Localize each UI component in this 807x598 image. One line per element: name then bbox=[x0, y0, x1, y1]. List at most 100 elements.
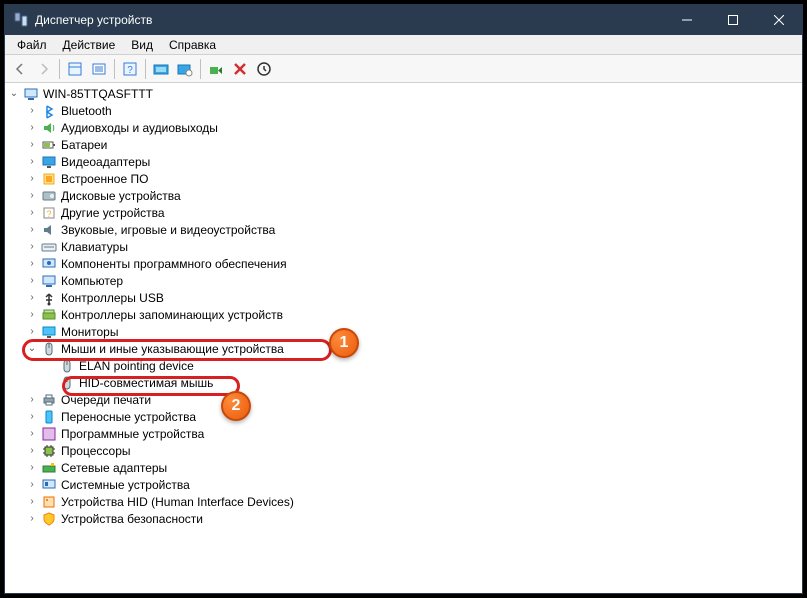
tree-item-cat-16[interactable]: ›Переносные устройства bbox=[5, 408, 802, 425]
tree-item-root[interactable]: ⌄ WIN-85TTQASFTTT bbox=[5, 85, 802, 102]
print-icon bbox=[41, 392, 57, 408]
toolbar-forward-button[interactable] bbox=[33, 58, 55, 80]
tree-item-cat-2[interactable]: › Батареи bbox=[5, 136, 802, 153]
tree-item-cat-8[interactable]: ›Клавиатуры bbox=[5, 238, 802, 255]
portable-icon bbox=[41, 409, 57, 425]
expander-icon[interactable]: › bbox=[25, 326, 39, 337]
close-button[interactable] bbox=[756, 5, 802, 35]
tree-item-cat-21[interactable]: ›Устройства HID (Human Interface Devices… bbox=[5, 493, 802, 510]
toolbar-uninstall-button[interactable] bbox=[229, 58, 251, 80]
tree-item-cat-6[interactable]: ›?Другие устройства bbox=[5, 204, 802, 221]
tree-item-label: Очереди печати bbox=[61, 393, 151, 407]
tree-item-cat-15[interactable]: › Очереди печати bbox=[5, 391, 802, 408]
tree-item-cat-10[interactable]: › Компьютер bbox=[5, 272, 802, 289]
expander-icon[interactable]: › bbox=[25, 411, 39, 422]
tree-item-cat-0[interactable]: › Bluetooth bbox=[5, 102, 802, 119]
svg-text:?: ? bbox=[127, 65, 133, 76]
expander-icon[interactable]: › bbox=[25, 309, 39, 320]
expander-icon[interactable]: ⌄ bbox=[7, 88, 21, 99]
device-tree-content[interactable]: ⌄ WIN-85TTQASFTTT › Bluetooth›Аудиовходы и … bbox=[5, 83, 802, 593]
tree-item-label: Компьютер bbox=[61, 274, 123, 288]
tree-item-label: Встроенное ПО bbox=[61, 172, 148, 186]
expander-icon[interactable]: › bbox=[25, 394, 39, 405]
toolbar-back-button[interactable] bbox=[9, 58, 31, 80]
expander-icon[interactable]: › bbox=[25, 190, 39, 201]
keyboard-icon bbox=[41, 239, 57, 255]
app-icon bbox=[13, 12, 29, 28]
tree-item-cat-5[interactable]: › Дисковые устройства bbox=[5, 187, 802, 204]
tree-item-cat-17[interactable]: ›Программные устройства bbox=[5, 425, 802, 442]
tree-item-cat-11[interactable]: ›Контроллеры USB bbox=[5, 289, 802, 306]
toolbar-separator bbox=[200, 59, 201, 79]
expander-icon[interactable]: › bbox=[25, 105, 39, 116]
tree-item-cat-3[interactable]: ›Видеоадаптеры bbox=[5, 153, 802, 170]
firmware-icon bbox=[41, 171, 57, 187]
computer-icon bbox=[23, 86, 39, 102]
expander-icon[interactable]: › bbox=[25, 224, 39, 235]
mouse-icon bbox=[41, 341, 57, 357]
expander-icon[interactable]: › bbox=[25, 479, 39, 490]
tree-item-cat-22[interactable]: › Устройства безопасности bbox=[5, 510, 802, 527]
toolbar-help-button[interactable]: ? bbox=[119, 58, 141, 80]
minimize-button[interactable] bbox=[664, 5, 710, 35]
expander-icon[interactable]: › bbox=[25, 275, 39, 286]
maximize-button[interactable] bbox=[710, 5, 756, 35]
tree-item-cat-19[interactable]: ›Сетевые адаптеры bbox=[5, 459, 802, 476]
titlebar[interactable]: Диспетчер устройств bbox=[5, 5, 802, 35]
window-controls bbox=[664, 5, 802, 35]
battery-icon bbox=[41, 137, 57, 153]
softdev-icon bbox=[41, 426, 57, 442]
tree-item-label: WIN-85TTQASFTTT bbox=[43, 87, 153, 101]
expander-icon[interactable]: › bbox=[25, 258, 39, 269]
tree-item-cat-13[interactable]: ›Мониторы bbox=[5, 323, 802, 340]
toolbar-scan-button[interactable] bbox=[150, 58, 172, 80]
expander-icon[interactable]: › bbox=[25, 139, 39, 150]
menubar: Файл Действие Вид Справка bbox=[5, 35, 802, 55]
tree-item-cat-12[interactable]: ›Контроллеры запоминающих устройств bbox=[5, 306, 802, 323]
menu-help[interactable]: Справка bbox=[161, 36, 224, 54]
toolbar-scan-changes-button[interactable] bbox=[253, 58, 275, 80]
menu-file[interactable]: Файл bbox=[9, 36, 55, 54]
toolbar-add-hardware-button[interactable] bbox=[174, 58, 196, 80]
tree-item-label: Дисковые устройства bbox=[61, 189, 181, 203]
expander-icon[interactable]: › bbox=[25, 428, 39, 439]
tree-item-dev-14-1[interactable]: HID-совместимая мышь bbox=[5, 374, 802, 391]
tree-item-cat-18[interactable]: ›Процессоры bbox=[5, 442, 802, 459]
tree-item-cat-1[interactable]: ›Аудиовходы и аудиовыходы bbox=[5, 119, 802, 136]
tree-item-label: Системные устройства bbox=[61, 478, 190, 492]
tree-item-label: Bluetooth bbox=[61, 104, 112, 118]
expander-icon[interactable]: › bbox=[25, 156, 39, 167]
tree-item-label: Устройства безопасности bbox=[61, 512, 203, 526]
toolbar-separator bbox=[114, 59, 115, 79]
tree-item-cat-7[interactable]: › Звуковые, игровые и видеоустройства bbox=[5, 221, 802, 238]
toolbar-details-button[interactable] bbox=[88, 58, 110, 80]
expander-icon[interactable]: › bbox=[25, 207, 39, 218]
expander-icon[interactable]: › bbox=[25, 462, 39, 473]
toolbar-enable-button[interactable] bbox=[205, 58, 227, 80]
toolbar-separator bbox=[145, 59, 146, 79]
expander-icon[interactable]: › bbox=[25, 173, 39, 184]
expander-icon[interactable]: › bbox=[25, 445, 39, 456]
tree-item-cat-20[interactable]: › Системные устройства bbox=[5, 476, 802, 493]
tree-item-dev-14-0[interactable]: ELAN pointing device bbox=[5, 357, 802, 374]
expander-icon[interactable]: › bbox=[25, 513, 39, 524]
tree-item-cat-14[interactable]: ⌄Мыши и иные указывающие устройства bbox=[5, 340, 802, 357]
tree-item-label: ELAN pointing device bbox=[79, 359, 194, 373]
toolbar-properties-button[interactable] bbox=[64, 58, 86, 80]
expander-icon[interactable]: › bbox=[25, 496, 39, 507]
tree-item-label: Звуковые, игровые и видеоустройства bbox=[61, 223, 275, 237]
expander-icon[interactable]: › bbox=[25, 241, 39, 252]
monitor-icon bbox=[41, 324, 57, 340]
tree-item-label: Батареи bbox=[61, 138, 107, 152]
menu-view[interactable]: Вид bbox=[123, 36, 161, 54]
expander-icon[interactable]: › bbox=[25, 292, 39, 303]
tree-item-cat-4[interactable]: › Встроенное ПО bbox=[5, 170, 802, 187]
window-title: Диспетчер устройств bbox=[35, 13, 664, 27]
tree-item-cat-9[interactable]: ›Компоненты программного обеспечения bbox=[5, 255, 802, 272]
device-manager-window: Диспетчер устройств Файл Действие Вид Сп… bbox=[4, 4, 803, 594]
menu-action[interactable]: Действие bbox=[55, 36, 124, 54]
expander-icon[interactable]: › bbox=[25, 122, 39, 133]
expander-icon[interactable]: ⌄ bbox=[25, 343, 39, 354]
audio-icon bbox=[41, 120, 57, 136]
sound-icon bbox=[41, 222, 57, 238]
